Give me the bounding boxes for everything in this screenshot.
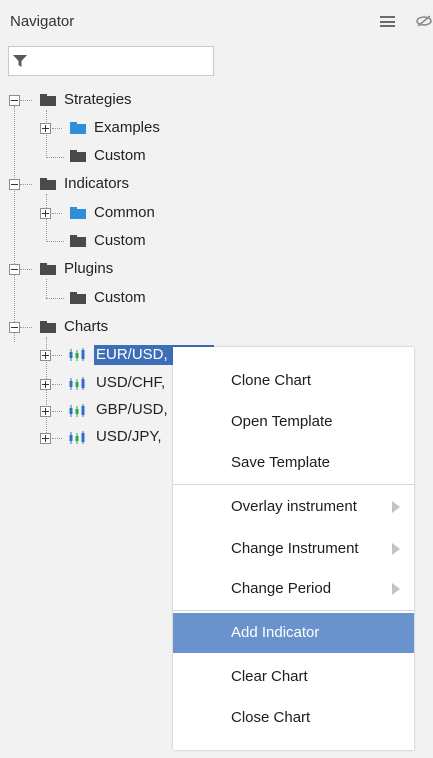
tree-node-custom[interactable]: Custom — [94, 147, 146, 164]
expander-icon[interactable] — [40, 379, 51, 390]
folder-icon — [40, 94, 56, 106]
filter-icon — [13, 54, 27, 68]
menu-item-open-template[interactable]: Open Template — [173, 402, 414, 442]
filter-field[interactable] — [8, 46, 214, 76]
menu-item-label: Change Instrument — [231, 540, 359, 557]
expander-icon[interactable] — [40, 123, 51, 134]
menu-item-label: Add Indicator — [231, 624, 320, 641]
candlestick-icon — [68, 377, 86, 391]
folder-icon — [70, 150, 86, 162]
submenu-arrow-icon — [392, 583, 400, 595]
menu-item-label: Close Chart — [231, 709, 311, 726]
tree-node-examples[interactable]: Examples — [94, 119, 160, 136]
folder-icon — [70, 122, 86, 134]
expander-icon[interactable] — [40, 406, 51, 417]
expander-icon[interactable] — [40, 433, 51, 444]
menu-item-label: Change Period — [231, 580, 332, 597]
menu-item-close-chart[interactable]: Close Chart — [173, 698, 414, 738]
folder-icon — [40, 178, 56, 190]
folder-icon — [70, 235, 86, 247]
menu-item-label: Overlay instrument — [231, 498, 357, 515]
menu-item-label: Clear Chart — [231, 668, 308, 685]
navigator-panel: Navigator Strategies Examples Custom Ind… — [0, 0, 433, 758]
candlestick-icon — [68, 348, 86, 362]
menu-item-clear-chart[interactable]: Clear Chart — [173, 657, 414, 697]
menu-item-change-period[interactable]: Change Period — [173, 569, 414, 609]
submenu-arrow-icon — [392, 501, 400, 513]
menu-separator — [173, 484, 414, 485]
folder-icon — [70, 207, 86, 219]
menu-item-overlay-instrument[interactable]: Overlay instrument — [173, 487, 414, 527]
tree-node-strategies[interactable]: Strategies — [64, 91, 132, 108]
menu-icon[interactable] — [380, 16, 395, 27]
menu-item-label: Clone Chart — [231, 372, 312, 389]
candlestick-icon — [68, 404, 86, 418]
expander-icon[interactable] — [40, 208, 51, 219]
expander-icon[interactable] — [40, 350, 51, 361]
folder-icon — [70, 292, 86, 304]
menu-item-change-instrument[interactable]: Change Instrument — [173, 529, 414, 569]
submenu-arrow-icon — [392, 543, 400, 555]
menu-item-label: Save Template — [231, 454, 330, 471]
tree-node-common[interactable]: Common — [94, 204, 155, 221]
tree-node-chart-usdjpy[interactable]: USD/JPY, — [96, 428, 162, 445]
candlestick-icon — [68, 431, 86, 445]
tree-node-charts[interactable]: Charts — [64, 318, 108, 335]
tree-node-custom[interactable]: Custom — [94, 289, 146, 306]
tree-node-chart-usdchf[interactable]: USD/CHF, — [96, 374, 165, 391]
panel-title: Navigator — [10, 13, 75, 30]
expander-icon[interactable] — [9, 264, 20, 275]
menu-item-clone-chart[interactable]: Clone Chart — [173, 361, 414, 401]
tree-node-chart-gbpusd[interactable]: GBP/USD, — [96, 401, 168, 418]
tree-node-plugins[interactable]: Plugins — [64, 260, 113, 277]
folder-icon — [40, 263, 56, 275]
menu-item-add-indicator[interactable]: Add Indicator — [173, 613, 414, 653]
eye-hide-icon[interactable] — [415, 14, 433, 28]
tree-node-indicators[interactable]: Indicators — [64, 175, 129, 192]
filter-input[interactable] — [33, 50, 209, 72]
panel-header: Navigator — [0, 0, 433, 42]
menu-item-label: Open Template — [231, 413, 333, 430]
context-menu: Clone Chart Open Template Save Template … — [173, 347, 414, 750]
folder-icon — [40, 321, 56, 333]
expander-icon[interactable] — [9, 179, 20, 190]
expander-icon[interactable] — [9, 322, 20, 333]
menu-item-save-template[interactable]: Save Template — [173, 443, 414, 483]
expander-icon[interactable] — [9, 95, 20, 106]
menu-separator — [173, 610, 414, 611]
tree-node-custom[interactable]: Custom — [94, 232, 146, 249]
